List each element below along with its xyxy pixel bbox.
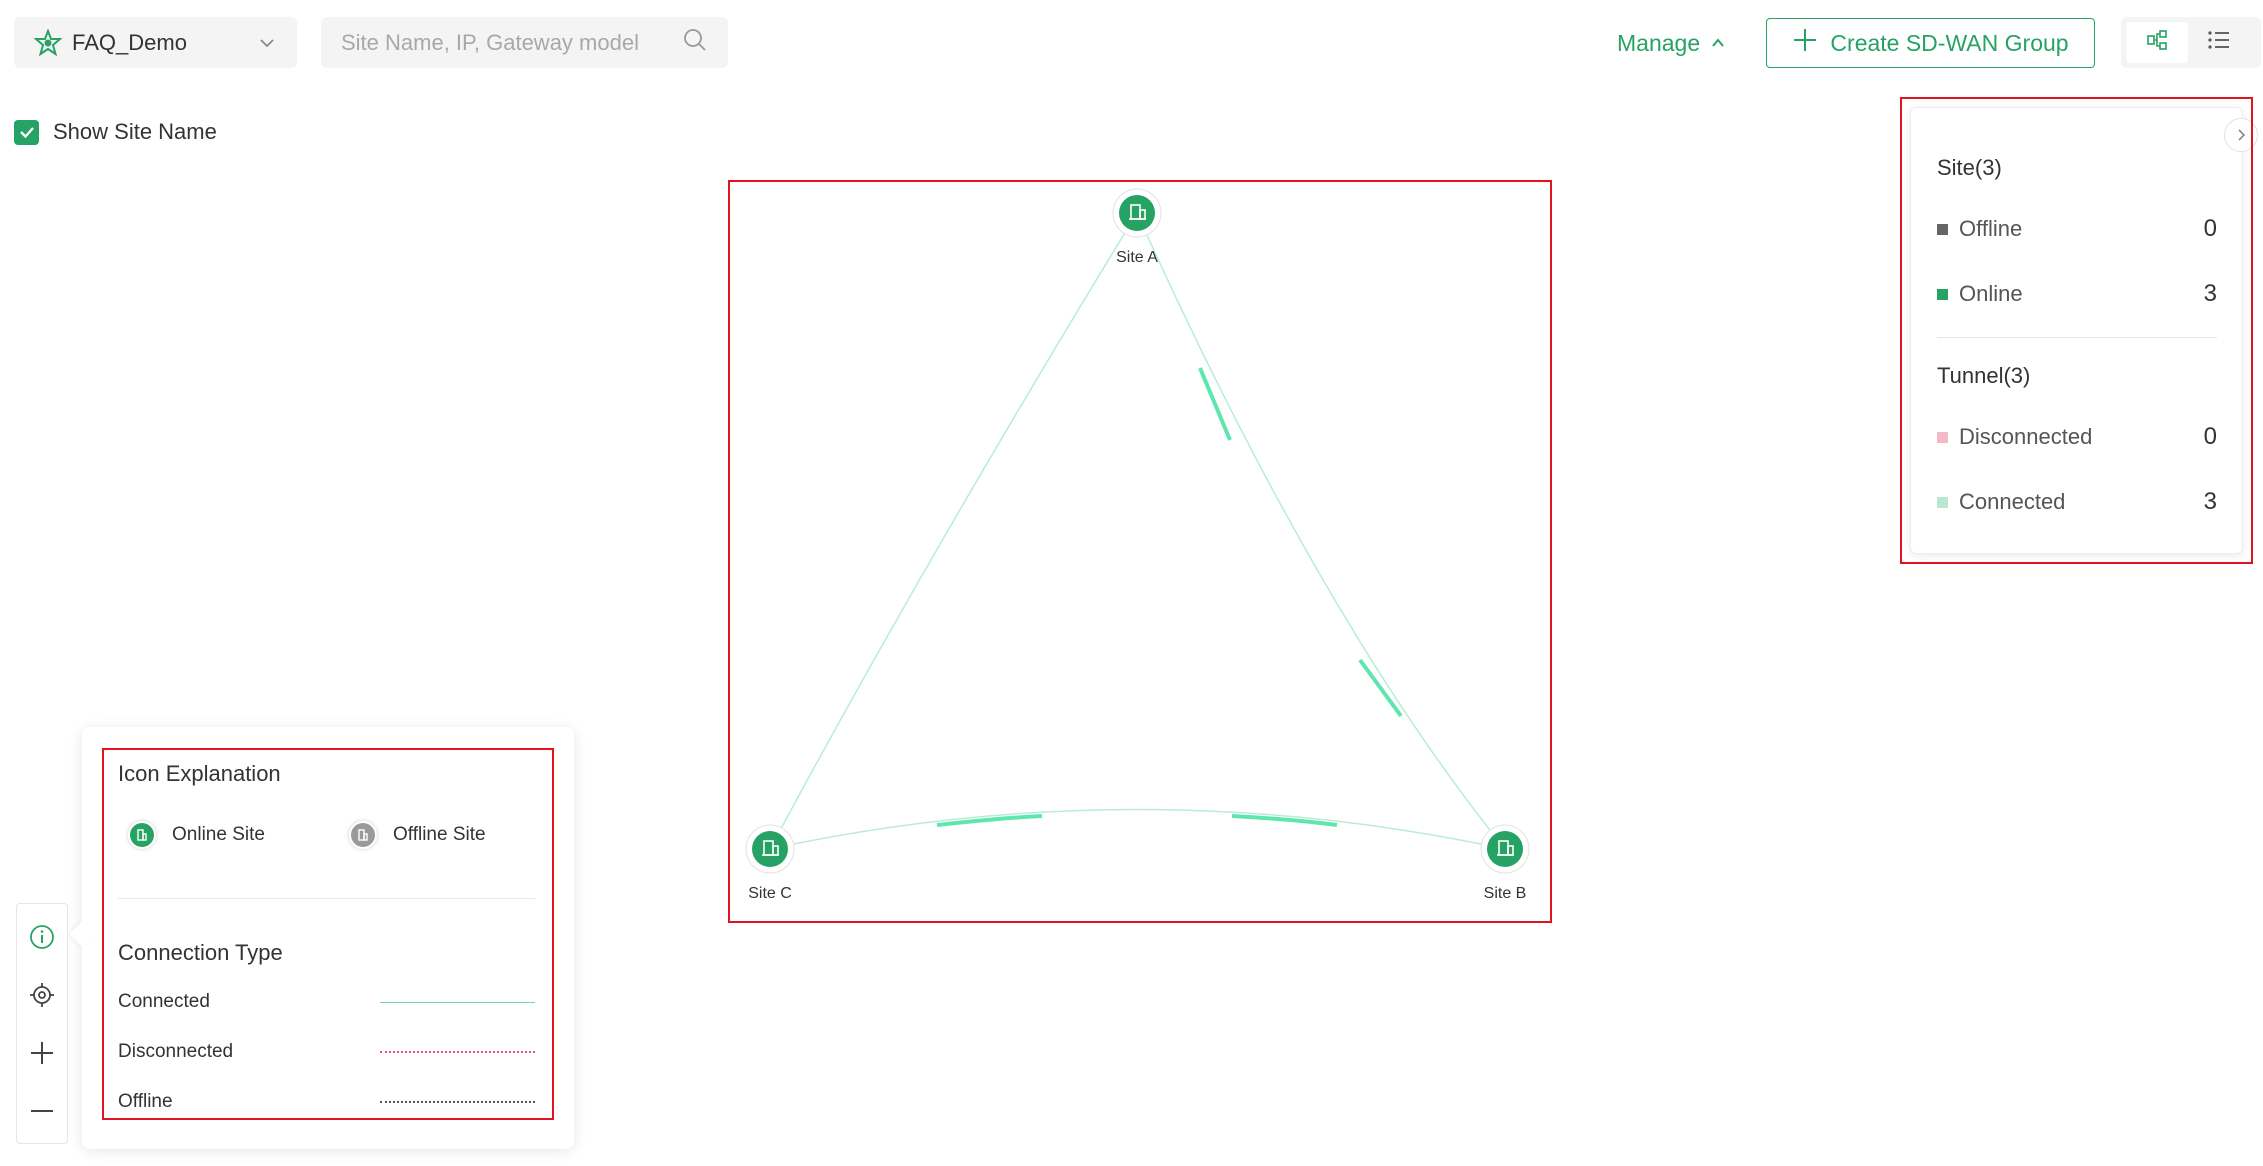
zoom-out-icon <box>31 1110 53 1112</box>
zoom-out-button[interactable] <box>17 1086 67 1136</box>
zoom-in-icon <box>31 1042 53 1064</box>
info-icon <box>30 925 54 949</box>
zoom-in-button[interactable] <box>17 1028 67 1078</box>
locate-button[interactable] <box>17 970 67 1020</box>
locate-icon <box>30 983 54 1007</box>
legend-highlight-frame <box>102 748 554 1120</box>
summary-highlight-frame <box>1900 97 2253 564</box>
info-button[interactable] <box>17 912 67 962</box>
map-tools <box>16 903 68 1144</box>
topology-highlight-frame <box>728 180 1552 923</box>
